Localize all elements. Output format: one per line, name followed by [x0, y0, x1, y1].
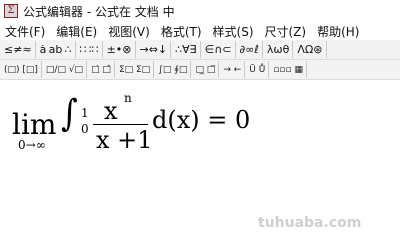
- misc-symbols-palette-button[interactable]: ∂∞ℓ: [237, 41, 263, 58]
- menu-view[interactable]: 视图(V): [103, 23, 156, 40]
- fence-templates-button[interactable]: (□) [□]: [1, 61, 42, 78]
- menu-edit[interactable]: 编辑(E): [51, 23, 103, 40]
- integral-upper-limit: 1: [81, 106, 89, 120]
- operators-palette-button[interactable]: ±•⊗: [104, 41, 136, 58]
- fraction-denominator: x +1: [96, 126, 153, 154]
- menu-format[interactable]: 格式(T): [156, 23, 208, 40]
- matrix-templates-button[interactable]: ▫▫▫ ▦: [270, 61, 307, 78]
- fraction-bar: [93, 124, 148, 125]
- integral-sign: ∫: [61, 91, 78, 135]
- limit-subscript: 0→∞: [18, 138, 46, 152]
- watermark: tuhuaba.com: [258, 215, 362, 231]
- limit-operator: lim: [12, 108, 57, 141]
- product-templates-button[interactable]: Ū Ů: [246, 61, 270, 78]
- symbol-toolbar: ≤≠≈ ȧ ab ∴ ∷ ∶∷ ±•⊗ →⇔↓ ∴∀∃ ∈∩⊂ ∂∞ℓ λωθ …: [0, 40, 400, 60]
- greek-lower-palette-button[interactable]: λωθ: [264, 41, 294, 58]
- embellishments-palette-button[interactable]: ∷ ∶∷: [77, 41, 103, 58]
- bar-templates-button[interactable]: □̲ □̅: [192, 61, 220, 78]
- fraction-numerator: x: [104, 97, 118, 125]
- menu-style[interactable]: 样式(S): [208, 23, 260, 40]
- title-bar: Σ 公式编辑器 - 公式在 文档 中: [0, 0, 400, 22]
- template-toolbar: (□) [□] □/□ √□ □̇ □̂ Σ□ Σ□ ∫□ ∮□ □̲ □̅ →…: [0, 60, 400, 80]
- fraction-radical-templates-button[interactable]: □/□ √□: [43, 61, 88, 78]
- integral-lower-limit: 0: [81, 122, 89, 136]
- script-templates-button[interactable]: □̇ □̂: [88, 61, 115, 78]
- set-theory-palette-button[interactable]: ∈∩⊂: [202, 41, 236, 58]
- spaces-palette-button[interactable]: ȧ ab ∴: [37, 41, 76, 58]
- window-title: 公式编辑器 - 公式在 文档 中: [23, 4, 175, 19]
- arrows-palette-button[interactable]: →⇔↓: [137, 41, 172, 58]
- equation-canvas[interactable]: lim 0→∞ ∫ 1 0 x n x +1 d(x) = 0: [8, 88, 388, 158]
- menu-help[interactable]: 帮助(H): [312, 23, 365, 40]
- numerator-exponent: n: [124, 91, 132, 105]
- integral-templates-button[interactable]: ∫□ ∮□: [155, 61, 192, 78]
- arrow-templates-button[interactable]: → ←: [220, 61, 246, 78]
- menu-bar: 文件(F) 编辑(E) 视图(V) 格式(T) 样式(S) 尺寸(Z) 帮助(H…: [0, 22, 400, 40]
- relations-palette-button[interactable]: ≤≠≈: [1, 41, 36, 58]
- app-icon: Σ: [4, 4, 18, 18]
- differential-and-result: d(x) = 0: [152, 106, 251, 134]
- logic-palette-button[interactable]: ∴∀∃: [172, 41, 201, 58]
- menu-file[interactable]: 文件(F): [0, 23, 51, 40]
- greek-upper-palette-button[interactable]: ΛΩ⊛: [294, 41, 327, 58]
- menu-size[interactable]: 尺寸(Z): [260, 23, 313, 40]
- summation-templates-button[interactable]: Σ□ Σ□: [116, 61, 155, 78]
